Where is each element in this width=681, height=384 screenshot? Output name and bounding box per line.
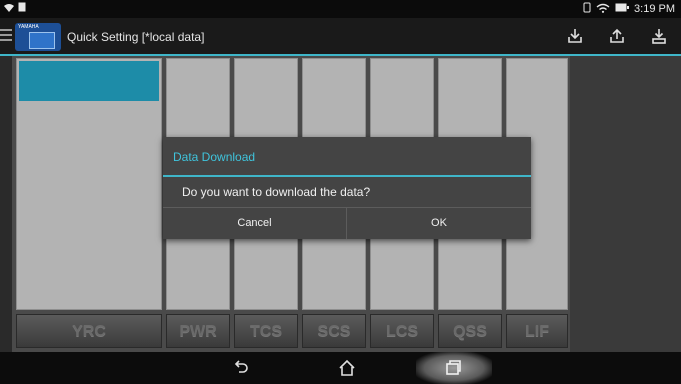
dialog-divider [163,175,531,177]
tab-yrc[interactable]: YRC [16,314,162,348]
menu-icon[interactable] [0,26,12,44]
selected-cell[interactable] [19,61,159,101]
download-icon[interactable] [565,26,585,46]
back-icon[interactable] [232,359,250,377]
upload-icon[interactable] [607,26,627,46]
wifi-icon [4,3,14,15]
home-icon[interactable] [338,359,356,377]
notification-icon [18,2,26,15]
clock-text: 3:19 PM [634,3,675,15]
app-bar: YAMAHA Quick Setting [*local data] [0,18,681,56]
ok-button[interactable]: OK [347,208,531,239]
status-bar: 3:19 PM [0,0,681,18]
app-title: Quick Setting [*local data] [67,30,205,44]
dialog-title: Data Download [173,150,256,164]
tab-qss[interactable]: QSS [438,314,502,348]
vibrate-icon [583,2,591,16]
wifi-signal-icon [596,3,610,16]
tab-pwr[interactable]: PWR [166,314,230,348]
battery-icon [615,3,630,15]
side-panel [570,56,681,352]
dialog-message: Do you want to download the data? [182,185,371,199]
app-logo: YAMAHA [15,23,61,51]
data-download-dialog: Data Download Do you want to download th… [163,137,531,239]
tab-lcs[interactable]: LCS [370,314,434,348]
logo-brand-text: YAMAHA [18,24,39,30]
navigation-bar [0,352,681,384]
tab-lif[interactable]: LIF [506,314,568,348]
tab-tcs[interactable]: TCS [234,314,298,348]
settings-column-yrc[interactable] [16,58,162,310]
cancel-button[interactable]: Cancel [163,208,346,239]
recent-apps-icon[interactable] [444,359,462,377]
tab-scs[interactable]: SCS [302,314,366,348]
save-to-device-icon[interactable] [649,26,669,46]
